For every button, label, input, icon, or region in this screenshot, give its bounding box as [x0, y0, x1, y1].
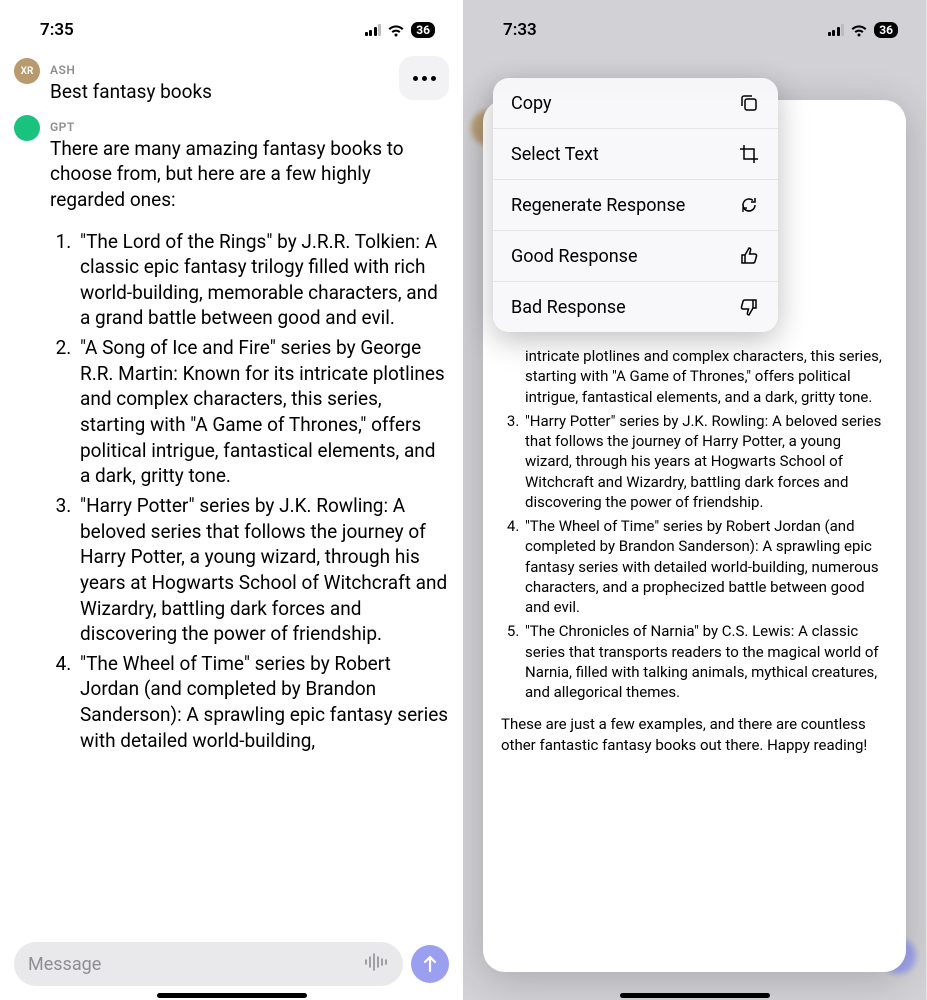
signal-icon [828, 24, 845, 36]
status-bar: 7:33 36 [463, 0, 926, 50]
gpt-message: There are many amazing fantasy books to … [50, 136, 449, 754]
card-content: intricate plotlines and complex characte… [483, 340, 906, 773]
menu-copy[interactable]: Copy [493, 78, 778, 129]
home-indicator [157, 993, 307, 998]
message-input[interactable]: Message [14, 942, 403, 986]
list-item: "A Song of Ice and Fire" series by Georg… [76, 335, 449, 489]
phone-left: 7:35 36 XR ASH Best fantasy books GPT Th… [0, 0, 463, 1000]
menu-bad-response[interactable]: Bad Response [493, 282, 778, 332]
battery-badge: 36 [411, 22, 435, 38]
card-continuation: intricate plotlines and complex characte… [501, 346, 888, 407]
refresh-icon [738, 194, 760, 216]
crop-icon [738, 143, 760, 165]
list-item: "Harry Potter" series by J.K. Rowling: A… [76, 493, 449, 647]
menu-good-response[interactable]: Good Response [493, 231, 778, 282]
thumbs-down-icon [738, 296, 760, 318]
home-indicator [620, 993, 770, 998]
gpt-message-row: GPT There are many amazing fantasy books… [14, 115, 449, 758]
gpt-intro: There are many amazing fantasy books to … [50, 136, 449, 213]
menu-label: Regenerate Response [511, 195, 685, 216]
menu-regenerate[interactable]: Regenerate Response [493, 180, 778, 231]
send-button[interactable] [411, 945, 449, 983]
battery-badge: 36 [874, 22, 898, 38]
status-bar: 7:35 36 [0, 0, 463, 50]
user-message: Best fantasy books [50, 79, 449, 105]
user-name: ASH [50, 63, 449, 77]
menu-label: Copy [511, 93, 552, 114]
copy-icon [738, 92, 760, 114]
audio-wave-icon[interactable] [363, 952, 389, 976]
list-item: "The Wheel of Time" series by Robert Jor… [76, 651, 449, 754]
user-avatar: XR [14, 58, 40, 84]
input-bar: Message [14, 942, 449, 986]
gpt-avatar [14, 115, 40, 141]
list-item: "Harry Potter" series by J.K. Rowling: A… [523, 411, 888, 512]
more-button[interactable] [399, 56, 449, 100]
status-time: 7:35 [40, 20, 74, 40]
list-item: "The Wheel of Time" series by Robert Jor… [523, 516, 888, 617]
list-item: "The Lord of the Rings" by J.R.R. Tolkie… [76, 229, 449, 332]
list-item: "The Chronicles of Narnia" by C.S. Lewis… [523, 621, 888, 702]
input-placeholder: Message [28, 954, 101, 975]
context-menu: Copy Select Text Regenerate Response Goo… [493, 78, 778, 332]
menu-label: Good Response [511, 246, 637, 267]
menu-select-text[interactable]: Select Text [493, 129, 778, 180]
menu-label: Bad Response [511, 297, 626, 318]
book-list: "The Lord of the Rings" by J.R.R. Tolkie… [50, 229, 449, 754]
gpt-name: GPT [50, 120, 449, 134]
card-outro: These are just a few examples, and there… [501, 714, 888, 755]
status-time: 7:33 [503, 20, 537, 40]
signal-icon [365, 24, 382, 36]
phone-right: 7:33 36 oks to nly ogy nd intricate plot… [463, 0, 926, 1000]
thumbs-up-icon [738, 245, 760, 267]
chat-area: XR ASH Best fantasy books GPT There are … [0, 50, 463, 1000]
user-message-row: XR ASH Best fantasy books [14, 58, 449, 105]
wifi-icon [850, 24, 868, 37]
fade-overlay [0, 886, 463, 946]
status-right: 36 [365, 22, 435, 38]
menu-label: Select Text [511, 144, 599, 165]
status-right: 36 [828, 22, 898, 38]
wifi-icon [387, 24, 405, 37]
card-book-list: "Harry Potter" series by J.K. Rowling: A… [501, 411, 888, 703]
